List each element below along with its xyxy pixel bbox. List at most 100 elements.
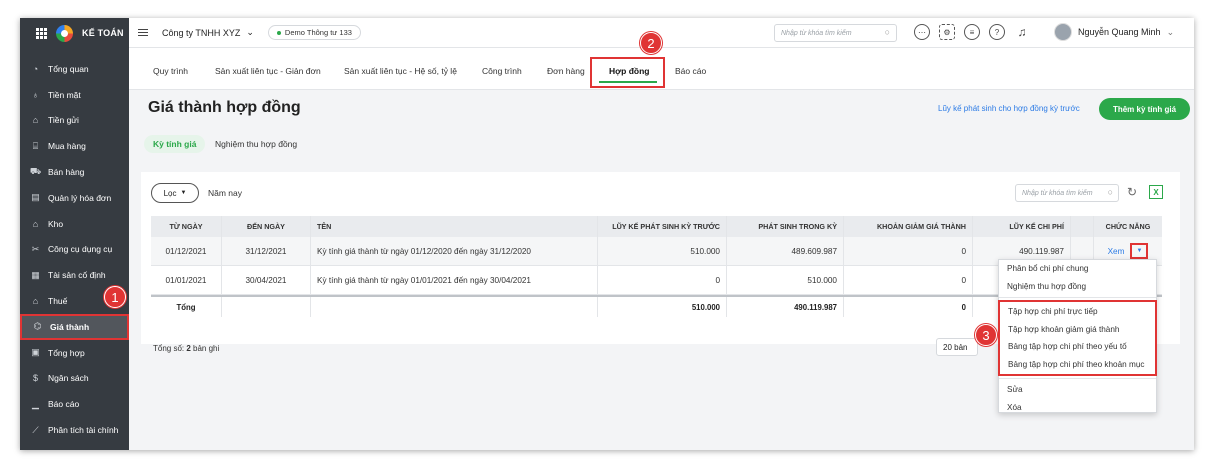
sidebar-item[interactable]: ⌂ Tiền gửi [20, 108, 129, 134]
app-window: KẾ TOÁN ◔ Tổng quan ♁ Tiền mặt ⌂ Tiền gửi ⌸ Mua… [20, 18, 1194, 450]
sidebar-item[interactable]: ⌂ Kho [20, 211, 129, 237]
cell-name: Kỳ tính giá thành từ ngày 01/01/2021 đến… [311, 266, 598, 294]
sidebar-item[interactable]: ◔ Tổng quan [20, 56, 129, 82]
brand-logo-icon [56, 24, 73, 42]
col-header: CHỨC NĂNG [1105, 222, 1151, 231]
cart-icon: ⛟ [29, 166, 42, 177]
sidebar-item-label: Công cụ dụng cụ [48, 244, 113, 255]
sidebar-item-label: Giá thành [50, 321, 90, 332]
sidebar: KẾ TOÁN ◔ Tổng quan ♁ Tiền mặt ⌂ Tiền gửi ⌸ Mua… [20, 18, 129, 450]
col-header[interactable]: PHÁT SINH TRONG KỲ [727, 216, 844, 237]
subtab-nghiem-thu[interactable]: Nghiệm thu hợp đồng [215, 139, 297, 149]
logo-text: KẾ TOÁN [82, 28, 124, 38]
filter-label: Lọc [163, 188, 177, 198]
record-count: Tổng số: 2 bản ghi [153, 344, 219, 353]
tag-icon: ⌬ [33, 321, 42, 332]
company-selector[interactable]: Công ty TNHH XYZ ⌄ [162, 27, 254, 38]
tab-cong-trinh[interactable]: Công trình [482, 66, 522, 76]
menu-item-acceptance[interactable]: Nghiệm thu hợp đồng [999, 278, 1156, 296]
search-icon[interactable]: ○ [885, 27, 890, 37]
tab-san-xuat-he-so[interactable]: Sản xuất liên tục - Hệ số, tỷ lệ [344, 66, 457, 76]
col-header[interactable]: TỪ NGÀY [151, 216, 222, 237]
col-header[interactable]: KHOẢN GIẢM GIÁ THÀNH [844, 216, 973, 237]
view-link[interactable]: Xem [1108, 247, 1125, 256]
refresh-icon[interactable]: ↻ [1127, 185, 1137, 199]
tab-hop-dong[interactable]: Hợp đồng [609, 66, 650, 76]
settings-gear-icon[interactable]: ⚙ [939, 24, 955, 40]
global-search-input[interactable]: Nhập từ khóa tìm kiếm ○ [774, 24, 897, 42]
footer-period-total: 490.119.987 [727, 297, 844, 317]
tab-bao-cao[interactable]: Báo cáo [675, 66, 706, 76]
invoice-icon: ▤ [31, 192, 40, 203]
caret-down-icon: ▼ [180, 190, 187, 196]
tab-don-hang[interactable]: Đơn hàng [547, 66, 585, 76]
sidebar-item[interactable]: ⟋ Phân tích tài chính [20, 417, 129, 443]
user-menu[interactable]: Nguyễn Quang Minh ⌄ [1054, 23, 1174, 41]
cell-from-date: 01/01/2021 [151, 266, 222, 294]
step-badge-1: 1 [104, 286, 126, 308]
tab-quy-trinh[interactable]: Quy trình [153, 66, 188, 76]
menu-item-reduction[interactable]: Tập hợp khoản giảm giá thành [1000, 321, 1155, 339]
table-header: TỪ NGÀY ĐẾN NGÀY TÊN LŨY KẾ PHÁT SINH KỲ… [151, 216, 1162, 237]
tab-san-xuat-gian-don[interactable]: Sản xuất liên tục - Giản đơn [215, 66, 321, 76]
menu-item-delete[interactable]: Xóa [999, 399, 1156, 417]
database-badge[interactable]: Demo Thông tư 133 [267, 25, 361, 40]
search-placeholder: Nhập từ khóa tìm kiếm [1022, 189, 1093, 197]
cell-period-amount: 489.609.987 [727, 237, 844, 265]
cell-name: Kỳ tính giá thành từ ngày 01/12/2020 đến… [311, 237, 598, 265]
sidebar-item[interactable]: ▣ Tổng hợp [20, 340, 129, 366]
footer-empty [311, 297, 598, 317]
top-icons: ⋯ ⚙ ≡ ? ♫ [914, 24, 1030, 40]
sidebar-item[interactable]: ⌬ Giá thành [20, 313, 129, 340]
sidebar-item[interactable]: ♁ Tiền mặt [20, 82, 129, 108]
col-header[interactable]: LŨY KẾ PHÁT SINH KỲ TRƯỚC [598, 216, 727, 237]
sidebar-item[interactable]: ▦ Tài sản cố định [20, 262, 129, 288]
action-dropdown-button[interactable]: ▼ [1130, 243, 1149, 259]
col-header[interactable]: TÊN [311, 216, 598, 237]
col-header[interactable]: ĐẾN NGÀY [222, 216, 311, 237]
warehouse-icon: ⌂ [32, 218, 39, 229]
help-icon[interactable]: ? [989, 24, 1005, 40]
sidebar-item[interactable]: ⌸ Mua hàng [20, 133, 129, 159]
menu-divider [999, 297, 1156, 298]
app-logo[interactable]: KẾ TOÁN [20, 18, 129, 48]
chevron-down-icon: ⌄ [246, 27, 254, 37]
sidebar-item[interactable]: ▤ Quản lý hóa đơn [20, 185, 129, 211]
menu-item-allocate[interactable]: Phân bổ chi phí chung [999, 260, 1156, 278]
previous-period-link[interactable]: Lũy kế phát sinh cho hợp đồng kỳ trước [938, 104, 1080, 113]
search-icon[interactable]: ○ [1108, 187, 1113, 197]
menu-item-cost-by-element[interactable]: Bảng tập hợp chi phí theo yếu tố [1000, 338, 1155, 356]
chevron-down-icon: ⌄ [1166, 26, 1175, 37]
status-dot-icon [276, 30, 281, 35]
bell-icon[interactable]: ♫ [1014, 24, 1030, 40]
action-dropdown-menu: Phân bổ chi phí chung Nghiệm thu hợp đồn… [998, 259, 1157, 413]
avatar [1054, 23, 1072, 41]
table-search-input[interactable]: Nhập từ khóa tìm kiếm ○ [1015, 184, 1119, 202]
sidebar-item[interactable]: ⛟ Bán hàng [20, 159, 129, 185]
more-icon[interactable]: ⋯ [914, 24, 930, 40]
filter-button[interactable]: Lọc ▼ [151, 183, 199, 203]
sidebar-item[interactable]: $ Ngân sách [20, 366, 129, 392]
menu-item-edit[interactable]: Sửa [999, 381, 1156, 399]
subtab-ky-tinh-gia[interactable]: Kỳ tính giá [144, 135, 206, 153]
cell-to-date: 30/04/2021 [222, 266, 311, 294]
period-label: Năm nay [208, 188, 243, 198]
chat-icon[interactable]: ≡ [964, 24, 980, 40]
sidebar-item[interactable]: ✂ Công cụ dụng cụ [20, 237, 129, 263]
page-size-select[interactable]: 20 bản [936, 338, 978, 356]
col-header[interactable]: LŨY KẾ CHI PHÍ [973, 216, 1071, 237]
add-period-button[interactable]: Thêm kỳ tính giá [1099, 98, 1190, 120]
company-name: Công ty TNHH XYZ [162, 27, 241, 38]
sidebar-item-label: Mua hàng [48, 141, 86, 152]
hamburger-menu-icon[interactable] [138, 29, 148, 36]
tools-icon: ✂ [31, 243, 40, 254]
sidebar-item[interactable]: ▁ Báo cáo [20, 391, 129, 417]
cell-prev-accum: 510.000 [598, 237, 727, 265]
sidebar-item-label: Tiền gửi [48, 115, 79, 126]
menu-item-cost-by-item[interactable]: Bảng tập hợp chi phí theo khoản mục [1000, 356, 1155, 374]
step-badge-3: 3 [975, 324, 997, 346]
excel-export-icon[interactable]: X [1149, 185, 1163, 199]
menu-item-direct-cost[interactable]: Tập hợp chi phí trực tiếp [1000, 303, 1155, 321]
step-badge-2: 2 [640, 32, 662, 54]
apps-grid-icon[interactable] [36, 27, 47, 39]
